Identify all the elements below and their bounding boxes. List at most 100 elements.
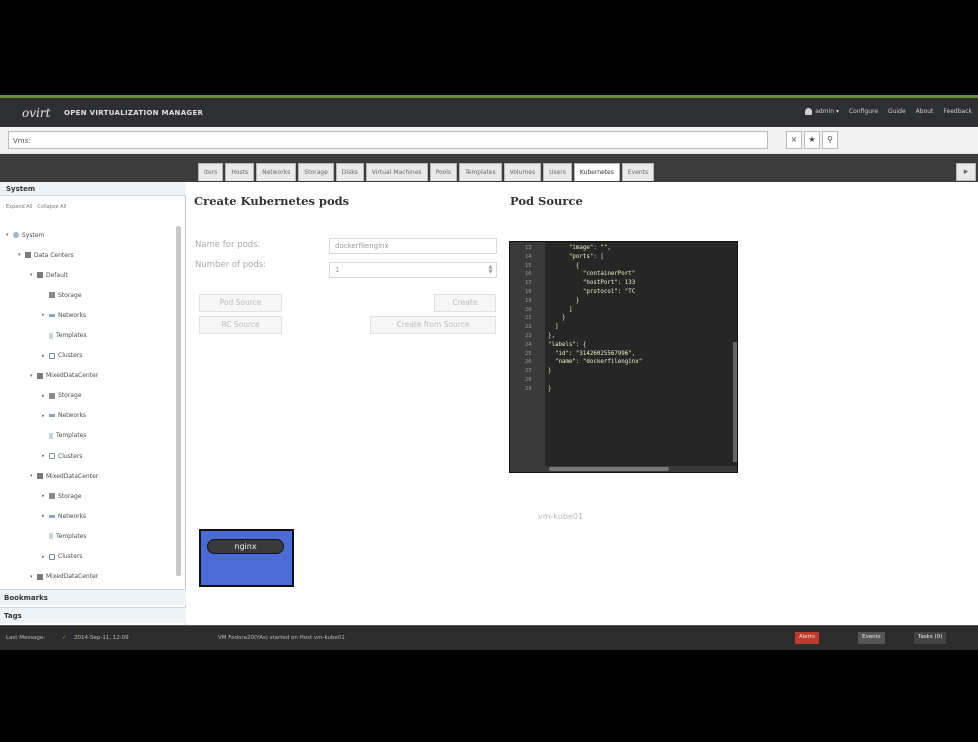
code-content[interactable]: "image": "", "ports": [ { "containerPort… xyxy=(548,244,642,394)
code-line: "ports": [ xyxy=(548,253,604,260)
tree-node-label: Clusters xyxy=(58,452,83,460)
code-line: "labels": { xyxy=(548,341,587,348)
tree-toggle-icon[interactable]: ▾ xyxy=(30,373,37,379)
tags-panel[interactable]: Tags xyxy=(0,607,186,623)
tree-node[interactable]: ▸ Clusters xyxy=(0,547,176,567)
pod-source-button[interactable]: Pod Source xyxy=(199,294,282,312)
tree-node[interactable]: Storage xyxy=(0,285,176,305)
tree-node[interactable]: ▾ MixedDataCenter xyxy=(0,567,176,587)
clear-search-icon[interactable]: × xyxy=(786,131,802,149)
tree-node[interactable]: ▸ Networks xyxy=(0,406,176,426)
tree-toggle-icon[interactable]: ▸ xyxy=(42,353,49,359)
rc-source-button[interactable]: RC Source xyxy=(199,316,282,334)
tree-node[interactable]: ▾ Default xyxy=(0,265,176,285)
tree-node[interactable]: ▸ Clusters xyxy=(0,346,176,366)
tab-hosts[interactable]: Hosts xyxy=(225,163,255,181)
tree-node[interactable]: ▾ Data Centers xyxy=(0,245,176,265)
line-number: 24 xyxy=(525,341,532,348)
configure-link[interactable]: Configure xyxy=(849,108,878,115)
pod-count-input[interactable]: 1 ▲ ▼ xyxy=(329,262,497,278)
tab-volumes[interactable]: Volumes xyxy=(503,163,542,181)
bookmark-star-icon[interactable]: ★ xyxy=(804,131,820,149)
tab-scroll-right-icon[interactable]: ▸ xyxy=(956,163,976,181)
tree-toggle-icon[interactable]: ▾ xyxy=(30,272,37,278)
scroll-thumb[interactable] xyxy=(549,467,669,471)
tree-node[interactable]: ▸ Networks xyxy=(0,506,176,526)
pod-node[interactable]: nginx xyxy=(199,529,294,587)
tree-toggle-icon[interactable]: ▸ xyxy=(42,513,49,519)
tasks-button[interactable]: Tasks (0) xyxy=(914,632,947,644)
tree-toggle-icon[interactable]: ▸ xyxy=(42,453,49,459)
tree-node-label: Networks xyxy=(58,311,87,319)
tab-pools[interactable]: Pools xyxy=(429,163,458,181)
tree-node[interactable]: ▸ Storage xyxy=(0,486,176,506)
tree-toggle-icon[interactable]: ▸ xyxy=(42,493,49,499)
tab-users[interactable]: Users xyxy=(543,163,572,181)
bookmarks-panel[interactable]: Bookmarks xyxy=(0,589,186,605)
feedback-link[interactable]: Feedback xyxy=(943,108,972,115)
tab-virtual-machines[interactable]: Virtual Machines xyxy=(365,163,428,181)
events-button[interactable]: Events xyxy=(858,632,885,644)
tab-networks[interactable]: Networks xyxy=(256,163,297,181)
stepper-icon[interactable]: ▲ ▼ xyxy=(487,265,494,275)
create-pods-title: Create Kubernetes pods xyxy=(194,194,350,208)
line-number-gutter: 13 14 15 16 17 18 19 20 21 22 23 24 25 26 27 28 29 xyxy=(510,242,545,472)
tree-toggle-icon[interactable]: ▾ xyxy=(6,232,13,238)
pod-source-editor[interactable]: 13 14 15 16 17 18 19 20 21 22 23 24 25 26 27 28 29 "imag… xyxy=(509,241,738,473)
system-tree-panel: System Expand All Collapse All ▾ System ▾ D… xyxy=(0,182,186,625)
datacenter-icon xyxy=(37,573,43,580)
datacenter-icon xyxy=(37,272,43,279)
line-number: 23 xyxy=(525,332,532,339)
collapse-all-link[interactable]: Collapse All xyxy=(37,204,66,210)
tab-disks[interactable]: Disks xyxy=(335,163,364,181)
tab-templates[interactable]: Templates xyxy=(459,163,502,181)
tree-node-label: Templates xyxy=(56,332,87,340)
search-icon[interactable]: ⚲ xyxy=(822,131,838,149)
editor-vertical-scrollbar[interactable] xyxy=(733,342,737,462)
tree-node[interactable]: ▾ MixedDataCenter xyxy=(0,466,176,486)
tree-node[interactable]: Templates xyxy=(0,526,176,546)
tree-node[interactable]: Templates xyxy=(0,325,176,345)
tree-node[interactable]: ▸ Networks xyxy=(0,305,176,325)
tree-node[interactable]: ▸ Storage xyxy=(0,386,176,406)
storage-icon xyxy=(49,493,55,500)
pod-label: nginx xyxy=(207,539,284,554)
code-line: } xyxy=(548,368,552,375)
tree-toggle-icon[interactable]: ▸ xyxy=(42,393,49,399)
tab-kubernetes[interactable]: Kubernetes xyxy=(573,163,620,181)
last-message-timestamp: 2014-Sep-11, 12:09 xyxy=(74,635,129,641)
pod-name-input[interactable]: dockerfilenginx xyxy=(329,238,497,254)
tree-scrollbar[interactable] xyxy=(176,226,181,576)
tab-events[interactable]: Events xyxy=(621,163,655,181)
alerts-button[interactable]: Alerts xyxy=(795,632,819,644)
create-from-source-button[interactable]: Create from Source xyxy=(370,316,496,334)
cluster-icon xyxy=(49,553,55,560)
tree-toggle-icon[interactable]: ▸ xyxy=(42,554,49,560)
tree-node-label: Templates xyxy=(56,532,87,540)
tab-storage[interactable]: Storage xyxy=(298,163,334,181)
code-line: } xyxy=(548,315,566,322)
tree-toggle-icon[interactable]: ▾ xyxy=(30,473,37,479)
code-line: }, xyxy=(548,332,555,339)
tree-toggle-icon[interactable]: ▸ xyxy=(42,312,49,318)
editor-horizontal-scrollbar[interactable] xyxy=(545,466,737,472)
expand-all-link[interactable]: Expand All xyxy=(6,204,33,210)
tab-iters[interactable]: iters xyxy=(198,163,224,181)
tree-node[interactable]: ▾ System xyxy=(0,225,176,245)
user-menu[interactable]: admin ▾ xyxy=(805,108,839,115)
template-icon xyxy=(49,432,53,439)
tree-node[interactable]: Templates xyxy=(0,426,176,446)
tree-toggle-icon[interactable]: ▾ xyxy=(18,252,25,258)
about-link[interactable]: About xyxy=(916,108,934,115)
tree-toggle-icon[interactable]: ▾ xyxy=(30,574,37,580)
tree-node[interactable]: ▸ Clusters xyxy=(0,446,176,466)
search-buttons: × ★ ⚲ xyxy=(786,131,840,149)
pod-count-value: 1 xyxy=(335,266,340,274)
tree-toggle-icon[interactable]: ▸ xyxy=(42,413,49,419)
search-input[interactable]: Vms: xyxy=(8,131,768,149)
guide-link[interactable]: Guide xyxy=(888,108,906,115)
tree-node[interactable]: ▾ MixedDataCenter xyxy=(0,366,176,386)
create-button[interactable]: Create xyxy=(434,294,496,312)
template-icon xyxy=(49,533,53,540)
line-number: 27 xyxy=(525,368,532,375)
